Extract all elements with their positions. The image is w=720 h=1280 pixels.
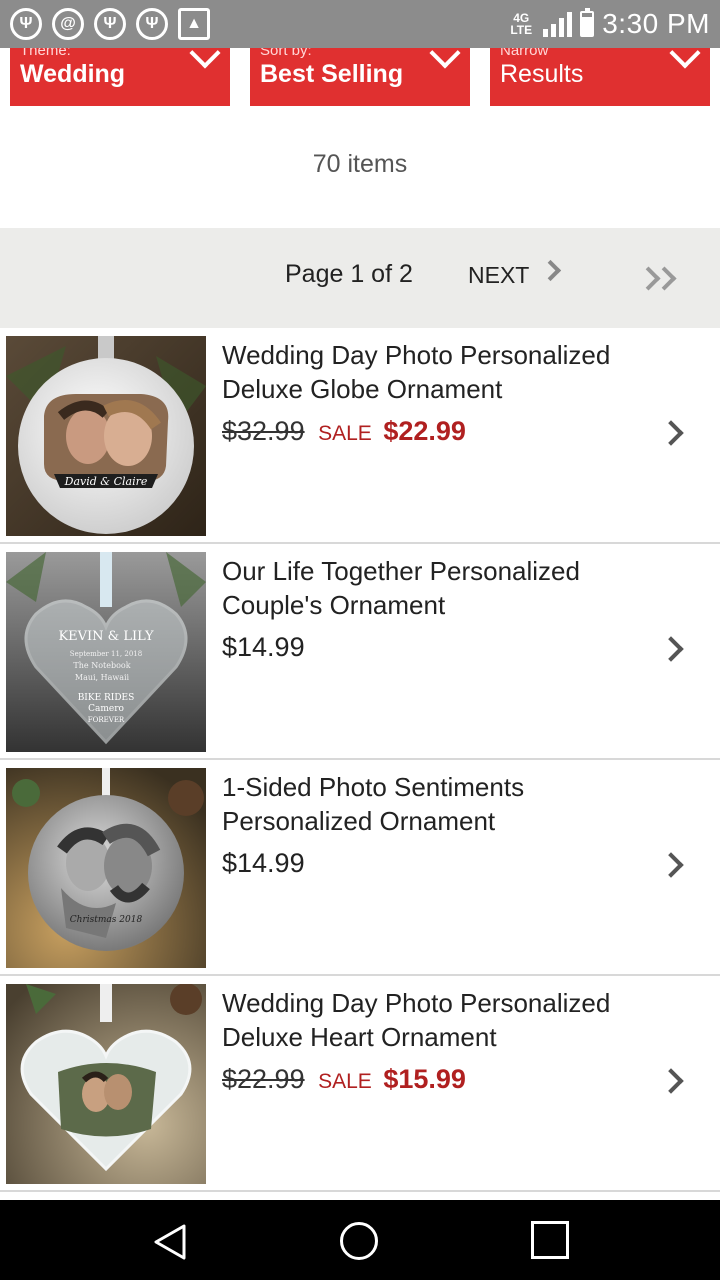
chevron-right-icon[interactable] bbox=[658, 636, 684, 662]
product-list: David & Claire Wedding Day Photo Persona… bbox=[0, 328, 720, 1192]
double-chevron-right-icon bbox=[652, 266, 677, 291]
sale-price: $15.99 bbox=[383, 1064, 466, 1094]
price: $14.99 bbox=[222, 632, 305, 662]
ornament-engraving: FOREVER bbox=[88, 716, 125, 724]
chevron-right-icon[interactable] bbox=[658, 420, 684, 446]
chevron-down-icon bbox=[429, 48, 461, 69]
product-title[interactable]: 1-Sided Photo Sentiments Personalized Or… bbox=[222, 770, 642, 838]
filter-value: Results bbox=[500, 60, 584, 88]
product-row[interactable]: KEVIN & LILY September 11, 2018 The Note… bbox=[0, 544, 720, 760]
ornament-engraving: BIKE RIDES bbox=[78, 693, 135, 703]
product-image[interactable]: Christmas 2018 bbox=[6, 768, 206, 968]
product-title[interactable]: Our Life Together Personalized Couple's … bbox=[222, 554, 642, 622]
next-page-button[interactable]: NEXT bbox=[468, 259, 562, 289]
status-bar: Ψ @ Ψ Ψ ▲ 4G LTE 3:30 PM bbox=[0, 0, 720, 48]
chevron-down-icon bbox=[189, 48, 221, 69]
product-image[interactable]: KEVIN & LILY September 11, 2018 The Note… bbox=[6, 552, 206, 752]
page-indicator: Page 1 of 2 bbox=[285, 260, 413, 288]
system-nav-bar bbox=[0, 1200, 720, 1280]
ornament-engraving: David & Claire bbox=[64, 475, 148, 488]
price-row: $22.99 SALE $15.99 bbox=[222, 1064, 466, 1095]
swirl-notification-icon: @ bbox=[52, 8, 84, 40]
product-row[interactable]: Christmas 2018 1-Sided Photo Sentiments … bbox=[0, 760, 720, 976]
notification-icons: Ψ @ Ψ Ψ ▲ bbox=[10, 8, 210, 40]
theme-filter-dropdown[interactable]: Theme: Wedding bbox=[10, 48, 230, 106]
ornament-engraving: September 11, 2018 bbox=[70, 650, 142, 658]
signal-icon bbox=[543, 11, 573, 37]
sale-label: SALE bbox=[318, 422, 372, 445]
pagination-bar: Page 1 of 2 NEXT bbox=[0, 228, 720, 328]
sort-by-dropdown[interactable]: Sort by: Best Selling bbox=[250, 48, 470, 106]
ornament-engraving: The Notebook bbox=[73, 661, 130, 670]
filter-bar: Theme: Wedding Sort by: Best Selling Nar… bbox=[0, 48, 720, 106]
app-notification-icon: Ψ bbox=[10, 8, 42, 40]
price: $14.99 bbox=[222, 848, 305, 878]
ornament-engraving: Camero bbox=[88, 704, 124, 714]
network-type: 4G LTE bbox=[510, 11, 533, 37]
app-notification-icon: Ψ bbox=[136, 8, 168, 40]
sale-label: SALE bbox=[318, 1070, 372, 1093]
chevron-right-icon[interactable] bbox=[658, 852, 684, 878]
items-count: 70 items bbox=[312, 150, 408, 178]
original-price: $32.99 bbox=[222, 416, 305, 446]
battery-icon bbox=[580, 8, 595, 37]
product-row[interactable]: David & Claire Wedding Day Photo Persona… bbox=[0, 328, 720, 544]
product-title[interactable]: Wedding Day Photo Personalized Deluxe He… bbox=[222, 986, 642, 1054]
original-price: $22.99 bbox=[222, 1064, 305, 1094]
filter-label: Theme: bbox=[20, 48, 71, 59]
chevron-right-icon[interactable] bbox=[658, 1068, 684, 1094]
price-row: $14.99 bbox=[222, 632, 305, 663]
last-page-button[interactable] bbox=[636, 266, 684, 296]
app-notification-icon: Ψ bbox=[94, 8, 126, 40]
narrow-results-dropdown[interactable]: Narrow Results bbox=[490, 48, 710, 106]
price-row: $32.99 SALE $22.99 bbox=[222, 416, 466, 447]
recent-apps-icon[interactable] bbox=[531, 1221, 569, 1259]
filter-label: Sort by: bbox=[260, 48, 312, 59]
product-row[interactable]: Wedding Day Photo Personalized Deluxe He… bbox=[0, 976, 720, 1192]
back-icon[interactable] bbox=[150, 1222, 190, 1262]
product-image[interactable]: David & Claire bbox=[6, 336, 206, 536]
product-image[interactable] bbox=[6, 984, 206, 1184]
filter-label: Narrow bbox=[500, 48, 549, 59]
product-title[interactable]: Wedding Day Photo Personalized Deluxe Gl… bbox=[222, 338, 642, 406]
chevron-down-icon bbox=[669, 48, 701, 69]
home-icon[interactable] bbox=[340, 1222, 378, 1260]
next-label: NEXT bbox=[468, 262, 530, 288]
sale-price: $22.99 bbox=[383, 416, 466, 446]
ornament-engraving: Christmas 2018 bbox=[70, 915, 143, 925]
ornament-engraving: Maui, Hawaii bbox=[75, 673, 130, 682]
ornament-engraving: KEVIN & LILY bbox=[58, 629, 154, 644]
price-row: $14.99 bbox=[222, 848, 305, 879]
clock: 3:30 PM bbox=[602, 8, 710, 39]
filter-value: Best Selling bbox=[260, 60, 404, 88]
filter-value: Wedding bbox=[20, 60, 126, 88]
chevron-right-icon bbox=[540, 259, 562, 282]
image-notification-icon: ▲ bbox=[178, 8, 210, 40]
